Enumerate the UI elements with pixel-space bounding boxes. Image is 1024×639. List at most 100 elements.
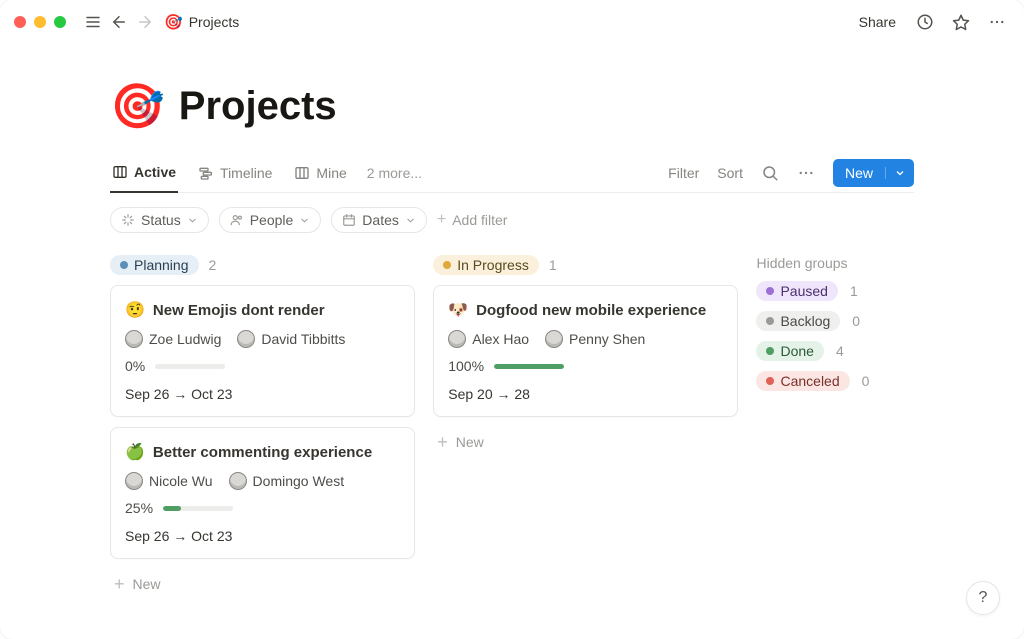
avatar: [545, 330, 563, 348]
breadcrumb[interactable]: 🎯 Projects: [164, 13, 239, 31]
window-close-button[interactable]: [14, 16, 26, 28]
search-icon[interactable]: [761, 164, 779, 182]
tab-active[interactable]: Active: [110, 154, 178, 193]
person-name: Domingo West: [253, 473, 345, 489]
progress-label: 100%: [448, 358, 484, 374]
add-filter-button[interactable]: + Add filter: [437, 211, 508, 229]
card-progress: 0%: [125, 358, 400, 374]
window-zoom-button[interactable]: [54, 16, 66, 28]
view-options-icon[interactable]: [797, 164, 815, 182]
card-dates: Sep 26 → Oct 23: [125, 528, 400, 544]
filter-chip-status[interactable]: Status: [110, 207, 209, 233]
status-label: Canceled: [780, 373, 839, 389]
person: Alex Hao: [448, 330, 529, 348]
card-title-row: 🤨 New Emojis dont render: [125, 300, 400, 320]
card-dates: Sep 20 → 28: [448, 386, 723, 402]
hidden-groups-title: Hidden groups: [756, 255, 914, 271]
hidden-groups: Hidden groupsPaused1Backlog0Done4Cancele…: [756, 255, 914, 401]
hidden-group-row[interactable]: Canceled 0: [756, 371, 914, 391]
progress-label: 25%: [125, 500, 153, 516]
filter-button[interactable]: Filter: [668, 165, 699, 181]
avatar: [125, 330, 143, 348]
card-people: Nicole Wu Domingo West: [125, 472, 400, 490]
hidden-group-row[interactable]: Paused 1: [756, 281, 914, 301]
help-button[interactable]: ?: [966, 581, 1000, 615]
status-dot-icon: [443, 261, 451, 269]
column-count: 1: [549, 257, 557, 273]
page-title-row: 🎯 Projects: [110, 84, 914, 129]
people-icon: [230, 213, 244, 227]
board-view-icon: [294, 165, 310, 181]
status-label: Planning: [134, 257, 189, 273]
more-menu-icon[interactable]: [984, 9, 1010, 35]
column-new-button[interactable]: + New: [433, 427, 738, 457]
status-pill[interactable]: In Progress: [433, 255, 539, 275]
more-views-button[interactable]: 2 more...: [367, 165, 422, 181]
nav-forward-icon: [132, 9, 158, 35]
status-dot-icon: [766, 287, 774, 295]
chip-label: People: [250, 212, 294, 228]
hidden-group-count: 1: [850, 283, 864, 299]
project-card[interactable]: 🤨 New Emojis dont render Zoe Ludwig David T…: [110, 285, 415, 417]
filter-chip-people[interactable]: People: [219, 207, 322, 233]
status-label: Backlog: [780, 313, 830, 329]
board: Planning2 🤨 New Emojis dont render Zoe Ludw…: [110, 255, 914, 599]
card-title: Better commenting experience: [153, 444, 372, 461]
status-label: Paused: [780, 283, 827, 299]
hidden-group-row[interactable]: Backlog0: [756, 311, 914, 331]
favorite-star-icon[interactable]: [948, 9, 974, 35]
filter-chip-dates[interactable]: Dates: [331, 207, 427, 233]
card-title: Dogfood new mobile experience: [476, 302, 706, 319]
person-name: Penny Shen: [569, 331, 645, 347]
column-new-label: New: [456, 434, 484, 450]
person-name: David Tibbitts: [261, 331, 345, 347]
sort-button[interactable]: Sort: [717, 165, 743, 181]
column-header: Planning2: [110, 255, 415, 275]
status-spinner-icon: [121, 213, 135, 227]
page-content: 🎯 Projects Active Timeline Mine 2 more..…: [0, 44, 1024, 599]
plus-icon: +: [437, 433, 448, 451]
chevron-down-icon: [894, 167, 906, 179]
hidden-group-count: 4: [836, 343, 850, 359]
nav-back-icon[interactable]: [106, 9, 132, 35]
column-new-button[interactable]: +New: [110, 569, 415, 599]
card-title-row: 🍏Better commenting experience: [125, 442, 400, 462]
tab-mine[interactable]: Mine: [292, 153, 348, 192]
hidden-group-row[interactable]: Done4: [756, 341, 914, 361]
person-name: Zoe Ludwig: [149, 331, 221, 347]
page-title-emoji-icon[interactable]: 🎯: [110, 85, 165, 129]
tab-timeline[interactable]: Timeline: [196, 153, 274, 192]
card-people: Alex Hao Penny Shen: [448, 330, 723, 348]
window-minimize-button[interactable]: [34, 16, 46, 28]
avatar: [125, 472, 143, 490]
updates-icon[interactable]: [912, 9, 938, 35]
view-tabs-bar: Active Timeline Mine 2 more... Filter So…: [110, 153, 914, 193]
new-button[interactable]: New: [833, 159, 914, 187]
progress-fill: [163, 506, 181, 511]
sidebar-toggle-icon[interactable]: [80, 9, 106, 35]
status-pill[interactable]: Planning: [110, 255, 199, 275]
person: David Tibbitts: [237, 330, 345, 348]
chevron-down-icon: [299, 215, 310, 226]
share-button[interactable]: Share: [853, 10, 902, 34]
project-card[interactable]: 🍏Better commenting experience Nicole Wu Do…: [110, 427, 415, 559]
person: Nicole Wu: [125, 472, 213, 490]
project-card[interactable]: 🐶Dogfood new mobile experienceAlex HaoPe…: [433, 285, 738, 417]
card-title: New Emojis dont render: [153, 302, 325, 319]
new-button-label: New: [833, 165, 885, 181]
column-header: In Progress 1: [433, 255, 738, 275]
status-dot-icon: [766, 377, 774, 385]
card-emoji-icon: 🤨: [125, 300, 145, 320]
card-progress: 100%: [448, 358, 723, 374]
status-label: In Progress: [457, 257, 529, 273]
board-column: Planning2 🤨 New Emojis dont render Zoe Ludw…: [110, 255, 415, 599]
hidden-group-count: 0: [862, 373, 876, 389]
chip-label: Status: [141, 212, 181, 228]
plus-icon: +: [437, 211, 446, 229]
avatar: [237, 330, 255, 348]
chip-label: Dates: [362, 212, 399, 228]
new-button-dropdown[interactable]: [885, 167, 914, 179]
calendar-icon: [342, 213, 356, 227]
page-title[interactable]: Projects: [179, 84, 337, 129]
progress-fill: [494, 364, 564, 369]
